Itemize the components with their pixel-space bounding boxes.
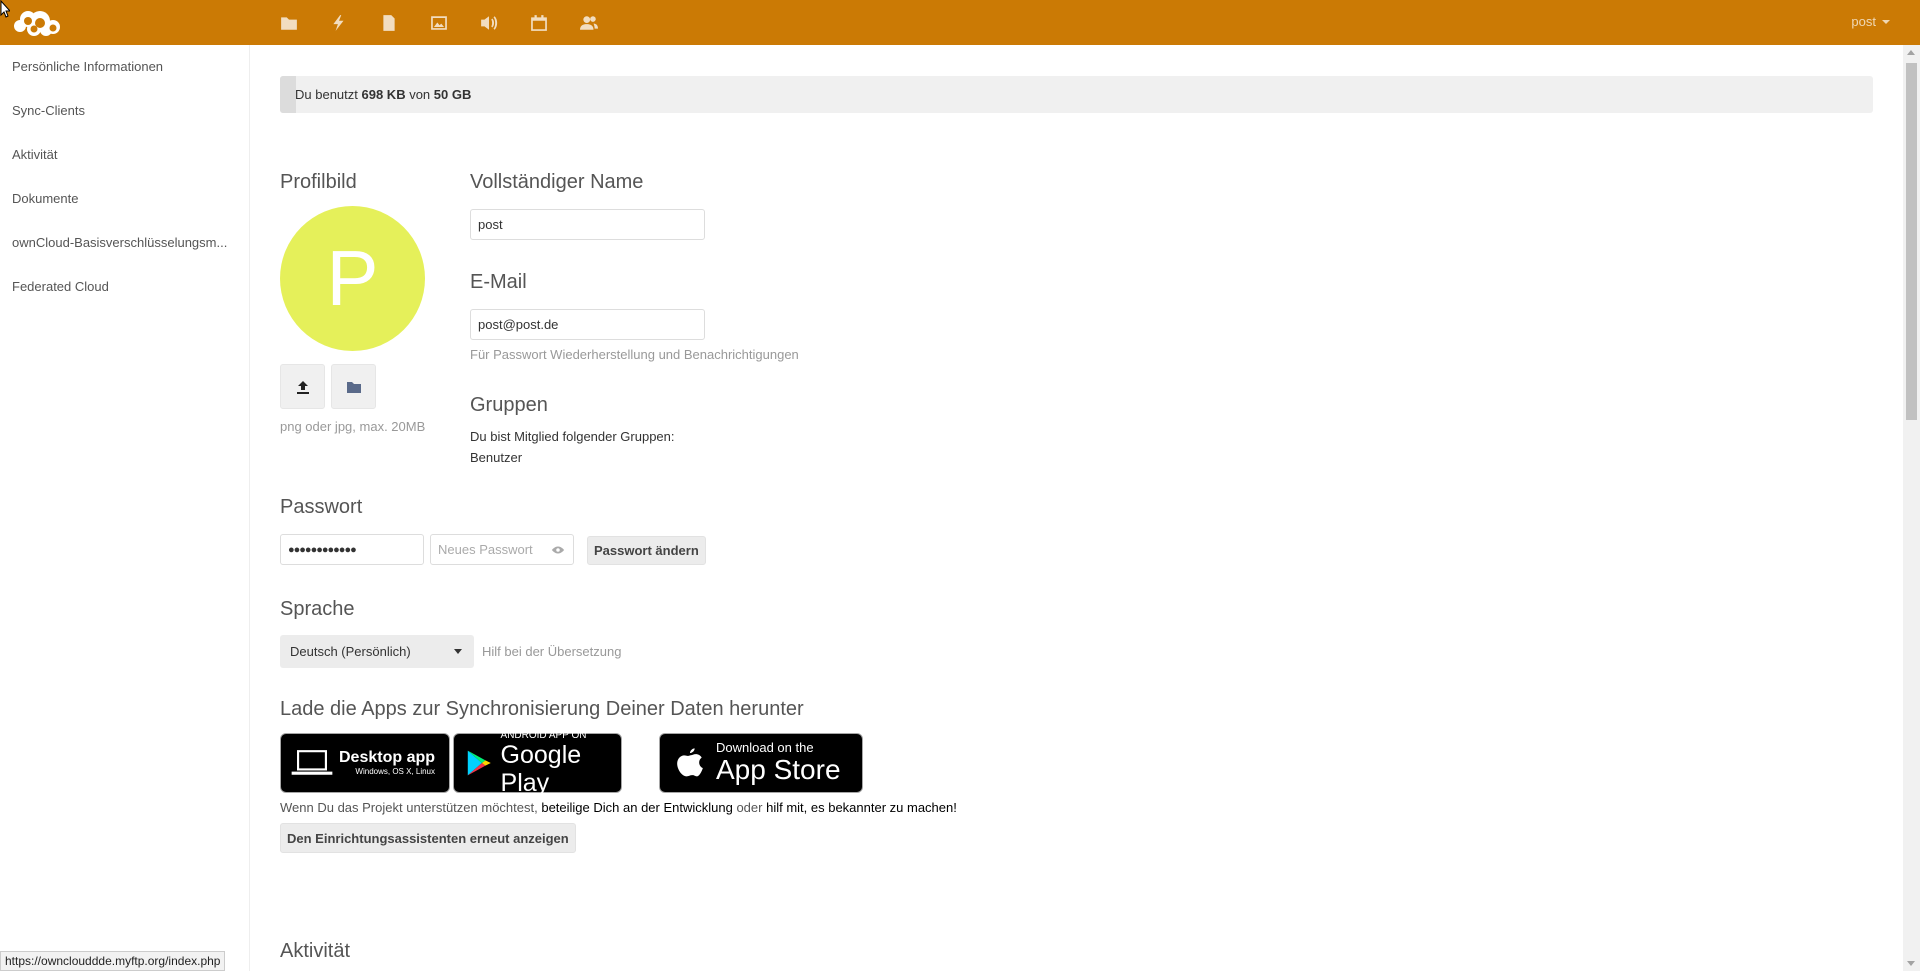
upload-icon <box>296 380 309 394</box>
language-title: Sprache <box>280 598 355 620</box>
google-play-icon <box>467 750 491 776</box>
quota-fill <box>280 76 296 113</box>
header-bar: post <box>0 0 1920 45</box>
document-icon[interactable] <box>364 0 414 45</box>
app-store-badge[interactable]: Download on the App Store <box>659 733 863 793</box>
calendar-icon[interactable] <box>514 0 564 45</box>
email-title: E-Mail <box>470 271 527 293</box>
contacts-icon[interactable] <box>564 0 614 45</box>
chevron-down-icon <box>1882 19 1890 24</box>
groups-title: Gruppen <box>470 394 548 416</box>
new-password-placeholder: Neues Passwort <box>438 542 533 557</box>
avatar-hint: png oder jpg, max. 20MB <box>280 419 426 434</box>
email-hint: Für Passwort Wiederherstellung und Benac… <box>470 347 799 362</box>
current-password-field[interactable]: ●●●●●●●●●●●● <box>280 534 424 565</box>
sidebar-item-sync-clients[interactable]: Sync-Clients <box>0 89 249 133</box>
page-scrollbar[interactable] <box>1903 45 1920 971</box>
sidebar-item-federated-cloud[interactable]: Federated Cloud <box>0 265 249 309</box>
support-text: Wenn Du das Projekt unterstützen möchtes… <box>280 800 957 815</box>
contribute-link[interactable]: beteilige Dich an der Entwicklung <box>541 800 733 815</box>
app-store-label: App Store <box>716 754 841 785</box>
activity-title: Aktivität <box>280 940 351 962</box>
quota-bar: Du benutzt 698 KB von 50 GB <box>280 76 1873 113</box>
scroll-up-icon[interactable] <box>1907 50 1915 55</box>
scroll-thumb[interactable] <box>1906 63 1917 420</box>
chevron-down-icon <box>454 649 462 654</box>
change-password-button[interactable]: Passwort ändern <box>587 536 706 565</box>
groups-text: Du bist Mitglied folgender Gruppen: <box>470 429 675 444</box>
image-icon[interactable] <box>414 0 464 45</box>
apps-section-title: Lade die Apps zur Synchronisierung Deine… <box>280 698 804 720</box>
sidebar-item-encryption[interactable]: ownCloud-Basisverschlüsselungsm... <box>0 221 249 265</box>
language-selected: Deutsch (Persönlich) <box>290 644 411 659</box>
activity-icon[interactable] <box>314 0 364 45</box>
show-password-icon[interactable] <box>551 543 565 557</box>
upload-avatar-button[interactable] <box>280 364 325 409</box>
main-content: Du benutzt 698 KB von 50 GB Profilbild P… <box>280 45 1880 971</box>
settings-sidebar: Persönliche Informationen Sync-Clients A… <box>0 45 250 971</box>
desktop-app-label: Desktop app <box>339 749 436 766</box>
google-play-label: Google Play <box>500 740 582 797</box>
desktop-app-sub: Windows, OS X, Linux <box>355 767 436 776</box>
app-store-top: Download on the <box>716 740 814 755</box>
email-field[interactable]: post@post.de <box>470 309 705 340</box>
avatar-letter: P <box>326 234 379 322</box>
browser-status-url: https://ownclouddde.myftp.org/index.php <box>0 951 226 971</box>
select-avatar-from-files-button[interactable] <box>331 364 376 409</box>
quota-text: Du benutzt 698 KB von 50 GB <box>295 87 472 102</box>
sidebar-item-activity[interactable]: Aktivität <box>0 133 249 177</box>
new-password-field[interactable]: Neues Passwort <box>430 534 574 565</box>
password-title: Passwort <box>280 496 363 518</box>
show-wizard-button[interactable]: Den Einrichtungsassistenten erneut anzei… <box>280 823 576 853</box>
folder-icon <box>346 381 361 393</box>
profilbild-title: Profilbild <box>280 171 357 193</box>
user-menu[interactable]: post <box>1851 14 1890 29</box>
desktop-app-badge[interactable]: Desktop app Windows, OS X, Linux <box>280 733 450 793</box>
google-play-top: ANDROID APP ON <box>500 729 587 741</box>
translation-help-link[interactable]: Hilf bei der Übersetzung <box>482 644 621 659</box>
scroll-down-icon[interactable] <box>1907 961 1915 966</box>
apple-icon <box>677 747 703 776</box>
app-navigation <box>264 0 614 45</box>
sidebar-item-personal-info[interactable]: Persönliche Informationen <box>0 45 249 89</box>
user-menu-label: post <box>1851 14 1876 29</box>
audio-icon[interactable] <box>464 0 514 45</box>
folder-icon[interactable] <box>264 0 314 45</box>
promote-link[interactable]: hilf mit, es bekannter zu machen <box>766 800 953 815</box>
google-play-badge[interactable]: ANDROID APP ON Google Play <box>453 729 622 797</box>
mouse-cursor-icon <box>0 0 10 18</box>
laptop-icon <box>291 750 333 775</box>
fullname-title: Vollständiger Name <box>470 171 644 193</box>
groups-value: Benutzer <box>470 450 523 465</box>
sidebar-item-documents[interactable]: Dokumente <box>0 177 249 221</box>
avatar: P <box>280 206 425 351</box>
owncloud-logo[interactable] <box>10 8 62 36</box>
fullname-field[interactable]: post <box>470 209 705 240</box>
language-select[interactable]: Deutsch (Persönlich) <box>280 635 474 668</box>
